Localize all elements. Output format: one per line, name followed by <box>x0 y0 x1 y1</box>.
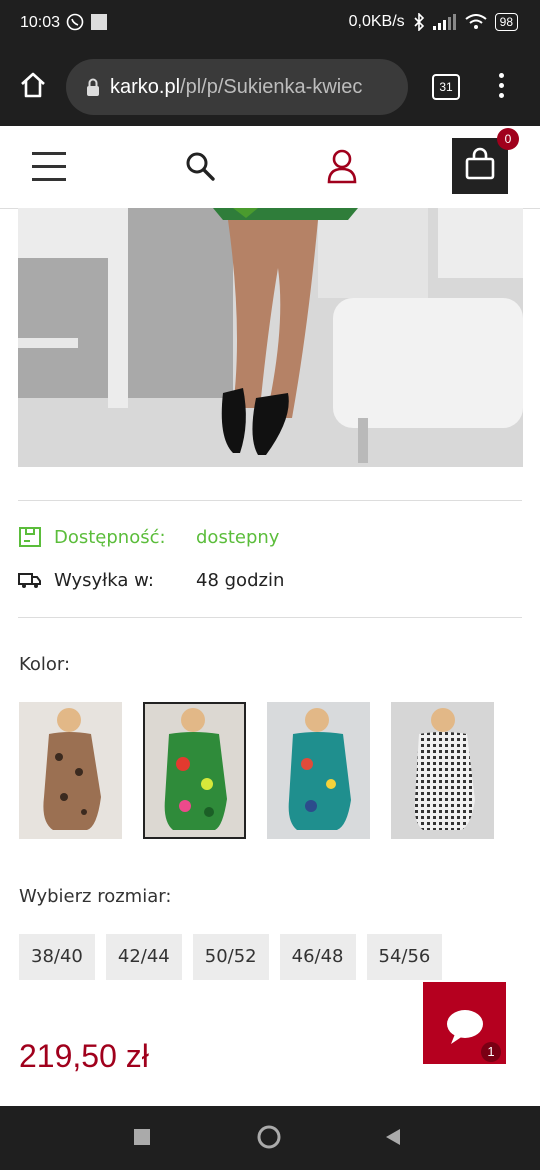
chat-unread-badge: 1 <box>481 1042 501 1062</box>
url-domain: karko.pl <box>110 75 181 98</box>
product-photo <box>18 208 523 467</box>
network-speed: 0,0KB/s <box>348 13 405 30</box>
wifi-icon <box>465 14 487 29</box>
size-option-42-44[interactable]: 42/44 <box>105 934 182 980</box>
cart-count-badge: 0 <box>497 128 519 150</box>
size-option-54-56[interactable]: 54/56 <box>366 934 443 980</box>
image-notification-icon <box>91 14 107 30</box>
tab-switcher-button[interactable]: 31 <box>432 74 460 100</box>
color-label: Kolor: <box>19 654 71 675</box>
availability-value: dostepny <box>196 526 280 548</box>
size-option-50-52[interactable]: 50/52 <box>192 934 269 980</box>
account-button[interactable] <box>326 148 358 184</box>
divider-top <box>18 500 522 501</box>
status-time: 10:03 <box>20 14 61 31</box>
site-header <box>0 126 540 209</box>
browser-toolbar: karko.pl/pl/p/Sukienka-kwiec 31 <box>0 48 540 126</box>
home-nav-icon[interactable] <box>256 1124 282 1150</box>
size-option-46-48[interactable]: 46/48 <box>279 934 356 980</box>
product-image[interactable] <box>18 208 523 467</box>
user-icon <box>327 149 357 184</box>
search-button[interactable] <box>184 150 216 182</box>
shipping-label: Wysyłka w: <box>54 569 154 591</box>
recents-icon[interactable] <box>134 1129 150 1145</box>
battery-indicator: 98 <box>494 13 518 31</box>
home-icon <box>21 72 45 98</box>
product-price: 219,50 zł <box>19 1038 149 1074</box>
box-icon <box>19 527 41 547</box>
url-path: /pl/p/Sukienka-kwiec <box>180 75 363 98</box>
size-label: Wybierz rozmiar: <box>19 886 172 907</box>
signal-icon <box>432 14 456 30</box>
truck-icon <box>18 573 41 588</box>
size-options: 38/40 42/44 50/52 46/48 54/56 <box>19 934 443 980</box>
color-swatch-teal-floral[interactable] <box>267 702 370 839</box>
bluetooth-icon <box>414 13 424 31</box>
color-swatches <box>19 702 494 839</box>
system-nav-bar <box>0 1106 540 1170</box>
status-bar: 10:03 0,0KB/s 98 <box>0 0 540 48</box>
search-icon <box>186 152 215 181</box>
whatsapp-icon <box>66 13 84 31</box>
divider-middle <box>18 617 522 618</box>
menu-button[interactable] <box>32 152 66 182</box>
size-option-38-40[interactable]: 38/40 <box>19 934 95 980</box>
availability-label: Dostępność: <box>54 526 166 548</box>
browser-menu-button[interactable] <box>497 73 505 103</box>
home-button[interactable] <box>18 70 48 100</box>
color-swatch-gingham[interactable] <box>391 702 494 839</box>
back-icon[interactable] <box>384 1128 402 1146</box>
availability-row: Dostępność: dostepny <box>18 525 279 549</box>
lock-icon <box>87 78 99 96</box>
address-bar[interactable]: karko.pl/pl/p/Sukienka-kwiec <box>66 59 408 115</box>
color-swatch-leopard[interactable] <box>19 702 122 839</box>
shipping-row: Wysyłka w: 48 godzin <box>18 568 284 592</box>
color-swatch-green-floral[interactable] <box>143 702 246 839</box>
shipping-value: 48 godzin <box>196 569 285 591</box>
